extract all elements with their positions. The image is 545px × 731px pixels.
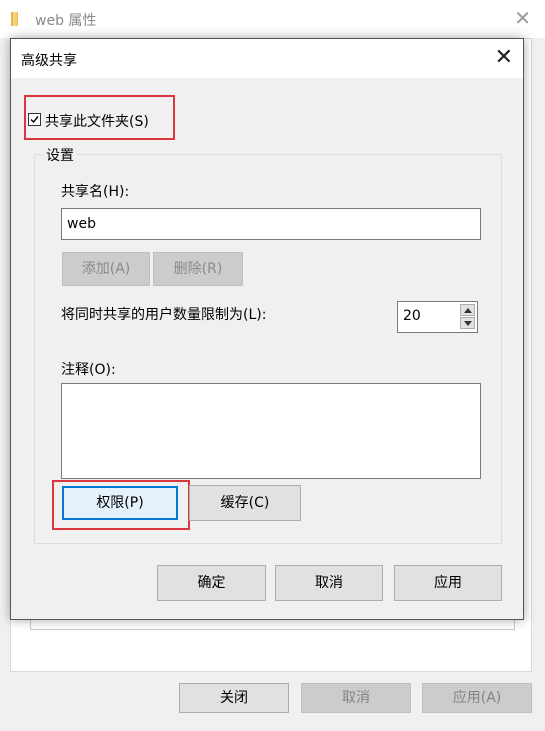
chevron-up-icon [464,308,472,313]
share-folder-checkbox[interactable] [28,113,41,126]
dialog-title: 高级共享 [21,53,77,69]
spin-down-button[interactable] [460,317,475,329]
share-name-input[interactable]: web [61,208,481,240]
comment-textarea[interactable] [61,383,481,479]
properties-close-icon[interactable]: ✕ [514,6,531,30]
folder-icon [10,11,24,27]
chevron-down-icon [464,321,472,326]
user-limit-spinbox[interactable]: 20 [397,301,478,333]
permissions-button[interactable]: 权限(P) [62,486,178,520]
apply-button[interactable]: 应用 [394,565,502,601]
dialog-titlebar: 高级共享 ✕ [11,39,523,78]
spin-up-button[interactable] [460,304,475,316]
properties-title: web 属性 [35,13,97,29]
comment-label: 注释(O): [61,362,116,378]
user-limit-label: 将同时共享的用户数量限制为(L): [61,307,267,323]
checkmark-icon [30,116,39,124]
properties-apply-button[interactable]: 应用(A) [422,683,532,713]
add-share-button[interactable]: 添加(A) [62,252,150,286]
share-folder-label: 共享此文件夹(S) [45,114,149,130]
share-name-label: 共享名(H): [61,184,130,200]
properties-cancel-button[interactable]: 取消 [301,683,411,713]
dialog-close-icon[interactable]: ✕ [495,45,513,71]
properties-close-button[interactable]: 关闭 [179,683,289,713]
cancel-button[interactable]: 取消 [275,565,383,601]
user-limit-value: 20 [403,308,421,324]
ok-button[interactable]: 确定 [157,565,266,601]
remove-share-button[interactable]: 删除(R) [153,252,243,286]
caching-button[interactable]: 缓存(C) [189,485,301,521]
advanced-sharing-dialog: 高级共享 ✕ 共享此文件夹(S) 设置 共享名(H): web 添加(A) 删除… [10,38,524,620]
properties-titlebar: web 属性 ✕ [0,0,545,38]
settings-group-legend: 设置 [43,145,77,165]
